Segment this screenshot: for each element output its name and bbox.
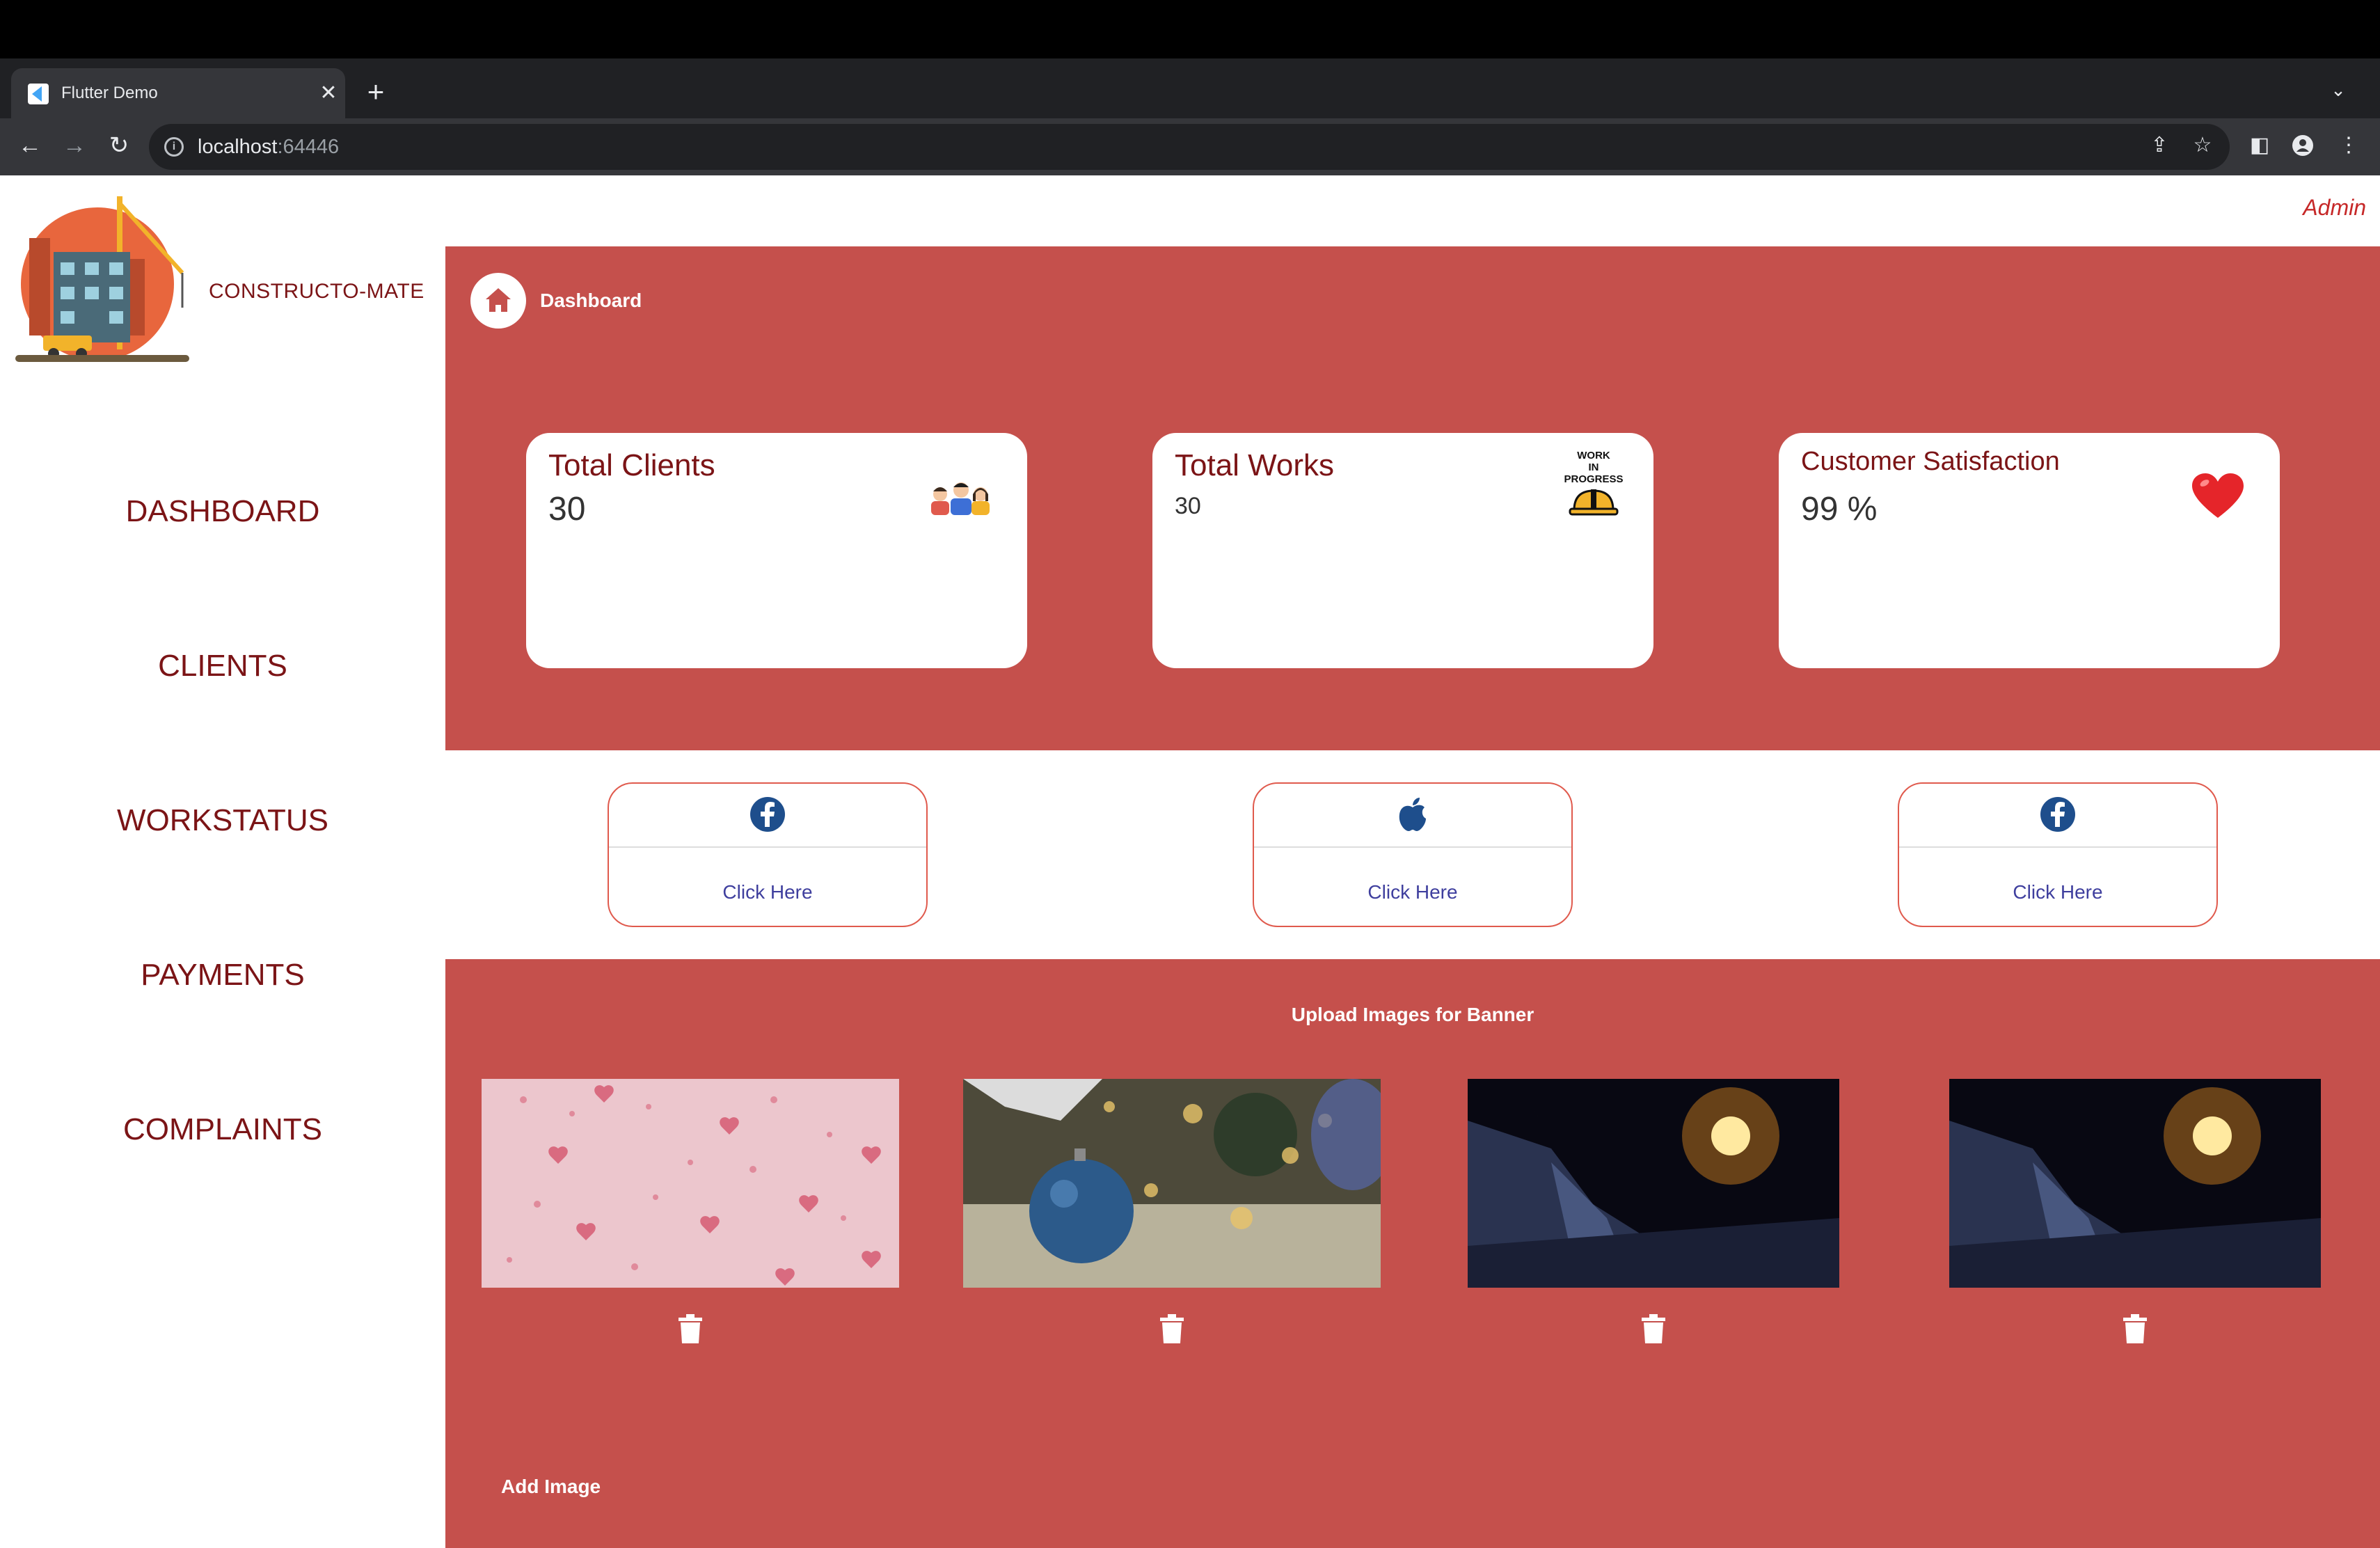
banner-image-hearts: [482, 1079, 899, 1288]
facebook-link-button-2[interactable]: Click Here: [1898, 782, 2218, 927]
apple-link-button[interactable]: Click Here: [1253, 782, 1573, 927]
url-text: localhost:64446: [198, 134, 339, 160]
delete-icon[interactable]: [2121, 1313, 2149, 1345]
home-button[interactable]: [470, 273, 526, 329]
wip-line: IN: [1588, 461, 1599, 473]
banner-upload-panel: Upload Images for Banner Add Image: [445, 959, 2380, 1548]
divider: [609, 846, 926, 848]
banner-image-space-1: [1468, 1079, 1839, 1288]
reload-icon[interactable]: ↻: [102, 128, 136, 163]
divider: [1254, 846, 1571, 848]
breadcrumb-label: Dashboard: [540, 290, 642, 311]
wip-line: WORK: [1577, 450, 1610, 461]
brand-name: CONSTRUCTO-MATE: [209, 280, 425, 303]
sidebar-item-payments[interactable]: PAYMENTS: [0, 958, 445, 993]
delete-icon[interactable]: [676, 1313, 704, 1345]
flutter-favicon-icon: [28, 84, 49, 104]
add-image-button[interactable]: Add Image: [501, 1476, 601, 1498]
facebook-icon-wrap: [609, 796, 926, 835]
stat-card-total-works: Total Works 30 WORK IN PROGRESS: [1152, 433, 1653, 668]
tab-search-chevron-icon[interactable]: ⌄: [2324, 79, 2352, 101]
hard-hat-icon: [1569, 489, 1619, 516]
stat-value: 99 %: [1801, 491, 1878, 528]
side-panel-icon[interactable]: ◧: [2242, 128, 2277, 163]
stat-value: 30: [1175, 493, 1201, 519]
url-port: :64446: [277, 136, 340, 158]
stat-value: 30: [548, 491, 586, 528]
bookmark-star-icon[interactable]: ☆: [2185, 128, 2220, 163]
browser-toolbar: ← → ↻ i localhost:64446 ⇪ ☆ ◧ ⋮: [0, 118, 2380, 175]
stat-card-total-clients: Total Clients 30: [526, 433, 1027, 668]
close-tab-icon[interactable]: ✕: [315, 79, 342, 107]
link-label: Click Here: [1367, 881, 1458, 903]
share-icon[interactable]: ⇪: [2142, 128, 2177, 163]
facebook-icon: [750, 797, 785, 832]
sidebar-item-complaints[interactable]: COMPLAINTS: [0, 1112, 445, 1147]
wip-line: PROGRESS: [1564, 473, 1624, 485]
clients-icon: [931, 482, 990, 515]
heart-icon: [2192, 473, 2244, 518]
forward-arrow-icon[interactable]: →: [57, 128, 92, 163]
browser-menu-icon[interactable]: ⋮: [2331, 128, 2366, 163]
constructo-mate-logo: [15, 196, 189, 362]
tab-title: Flutter Demo: [61, 84, 158, 102]
delete-icon[interactable]: [1158, 1313, 1186, 1345]
delete-icon[interactable]: [1640, 1313, 1667, 1345]
home-icon: [486, 288, 511, 312]
link-label: Click Here: [722, 881, 813, 903]
browser-tab-strip: Flutter Demo ✕ + ⌄: [0, 58, 2380, 118]
url-host: localhost: [198, 136, 278, 158]
facebook-link-button[interactable]: Click Here: [608, 782, 928, 927]
stat-card-customer-satisfaction: Customer Satisfaction 99 %: [1779, 433, 2280, 668]
dashboard-summary-panel: Dashboard Total Clients 30 Total Works 3…: [445, 246, 2380, 750]
sidebar-item-clients[interactable]: CLIENTS: [0, 649, 445, 684]
facebook-icon: [2040, 797, 2075, 832]
banner-image-space-2: [1949, 1079, 2321, 1288]
screen-top-bezel: [0, 0, 2380, 58]
banner-image-ornament: [963, 1079, 1381, 1288]
address-bar[interactable]: i localhost:64446: [149, 124, 2230, 170]
profile-avatar-icon[interactable]: [2285, 128, 2320, 163]
sidebar-item-workstatus[interactable]: WORKSTATUS: [0, 803, 445, 838]
apple-icon-wrap: [1254, 796, 1571, 835]
stat-title: Total Works: [1175, 448, 1335, 482]
new-tab-icon[interactable]: +: [362, 77, 390, 106]
sidebar-item-dashboard[interactable]: DASHBOARD: [0, 494, 445, 529]
apple-icon: [1399, 798, 1426, 831]
stat-title: Total Clients: [548, 448, 715, 482]
work-in-progress-icon: WORK IN PROGRESS: [1559, 450, 1628, 519]
divider: [1899, 846, 2216, 848]
upload-banner-title: Upload Images for Banner: [1291, 1004, 1534, 1025]
back-arrow-icon[interactable]: ←: [13, 128, 47, 163]
link-label: Click Here: [2013, 881, 2103, 903]
app-page: Admin CONSTRUCTO-MATE DASHBOARD CLIENTS …: [0, 175, 2380, 1548]
browser-tab[interactable]: Flutter Demo ✕: [11, 68, 345, 118]
stat-title: Customer Satisfaction: [1801, 447, 2060, 476]
facebook-icon-wrap: [1899, 796, 2216, 835]
site-info-icon[interactable]: i: [164, 137, 184, 157]
admin-label[interactable]: Admin: [2303, 195, 2366, 221]
